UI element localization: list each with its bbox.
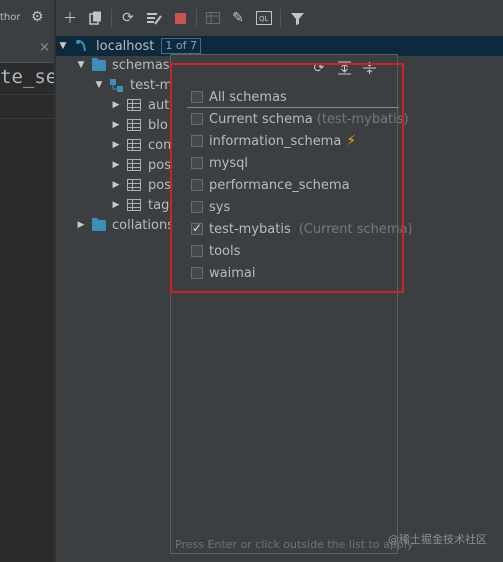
divider	[0, 118, 54, 119]
table-label: pos	[148, 177, 171, 193]
tree-node-table[interactable]: ▶ com	[111, 135, 176, 155]
option-label: test-mybatis	[209, 221, 291, 237]
table-icon	[127, 99, 141, 111]
host-label: localhost	[96, 38, 155, 54]
duplicate-icon[interactable]	[86, 9, 104, 27]
option-label: mysql	[209, 155, 248, 171]
collapse-all-icon[interactable]	[361, 60, 377, 76]
settings-gear-icon[interactable]: ⚙	[31, 9, 44, 25]
checkbox[interactable]	[191, 201, 203, 213]
refresh-icon[interactable]: ⟳	[119, 9, 137, 27]
divider	[0, 94, 54, 95]
schemas-label: schemas	[112, 57, 170, 73]
expand-arrow-icon[interactable]: ▶	[111, 140, 121, 150]
option-note: (Current schema)	[298, 221, 413, 237]
collations-label: collations	[112, 217, 174, 233]
option-label: Current schema	[209, 111, 313, 127]
option-schema[interactable]: information_schema ⚡	[191, 131, 356, 151]
option-schema[interactable]: tools	[191, 241, 240, 261]
option-current-schema[interactable]: Current schema (test-mybatis)	[191, 109, 409, 129]
expand-arrow-icon[interactable]: ▶	[111, 160, 121, 170]
checkbox[interactable]	[191, 267, 203, 279]
checkbox[interactable]	[191, 157, 203, 169]
table-label: blo	[148, 117, 168, 133]
refresh-icon[interactable]: ⟳	[311, 60, 327, 76]
option-label: tools	[209, 243, 241, 259]
option-label: sys	[209, 199, 231, 215]
option-schema[interactable]: performance_schema	[191, 175, 350, 195]
checkbox[interactable]	[191, 135, 203, 147]
folder-icon	[92, 57, 106, 71]
close-tab-icon[interactable]: ×	[39, 40, 50, 55]
option-label: performance_schema	[209, 177, 350, 193]
sql-console-icon[interactable]: QL	[255, 9, 273, 27]
separator	[187, 107, 399, 108]
expand-arrow-icon[interactable]: ▶	[111, 180, 121, 190]
table-label: aut	[148, 97, 170, 113]
schema-count-badge[interactable]: 1 of 7	[161, 38, 201, 54]
expand-arrow-icon[interactable]: ▶	[111, 200, 121, 210]
checkbox[interactable]	[191, 179, 203, 191]
tree-node-table[interactable]: ▶ tag	[111, 195, 170, 215]
checkbox[interactable]	[191, 245, 203, 257]
tree-node-table[interactable]: ▶ pos	[111, 175, 171, 195]
option-label: All schemas	[209, 89, 287, 105]
left-toolbar: thor ⚙	[0, 0, 54, 37]
collapse-arrow-icon[interactable]: ▼	[76, 60, 86, 70]
expand-arrow-icon[interactable]: ▶	[76, 220, 86, 230]
tree-node-table[interactable]: ▶ aut	[111, 95, 170, 115]
option-note: (test-mybatis)	[316, 111, 409, 127]
checkbox[interactable]	[191, 91, 203, 103]
checkbox[interactable]	[191, 113, 203, 125]
editor-code-snippet[interactable]: te_se	[0, 66, 57, 88]
option-schema[interactable]: mysql	[191, 153, 248, 173]
tree-node-schemas[interactable]: ▼ schemas	[76, 55, 170, 75]
collapse-arrow-icon[interactable]: ▼	[58, 41, 68, 51]
schema-icon	[110, 78, 123, 92]
table-label: tag	[148, 197, 170, 213]
option-all-schemas[interactable]: All schemas	[191, 87, 287, 107]
tree-node-table[interactable]: ▶ pos	[111, 155, 171, 175]
expand-arrow-icon[interactable]: ▶	[111, 100, 121, 110]
popup-footer-hint: Press Enter or click outside the list to…	[175, 538, 414, 551]
collapse-arrow-icon[interactable]: ▼	[94, 80, 104, 90]
database-toolbar: ＋ ⟳ ✎ QL	[56, 0, 503, 37]
option-label: information_schema	[209, 133, 342, 149]
table-icon	[127, 159, 141, 171]
table-view-icon[interactable]	[204, 9, 222, 27]
datasource-icon	[76, 39, 86, 52]
add-icon[interactable]: ＋	[61, 9, 79, 27]
checkbox-checked[interactable]	[191, 221, 203, 235]
tree-node-collations[interactable]: ▶ collations	[76, 215, 174, 235]
popup-header: ⟳	[171, 55, 397, 81]
option-schema[interactable]: waimai	[191, 263, 255, 283]
table-icon	[127, 199, 141, 211]
table-label: pos	[148, 157, 171, 173]
folder-icon	[92, 217, 106, 231]
filter-icon[interactable]	[288, 9, 306, 27]
tree-node-localhost[interactable]: ▼ localhost 1 of 7	[58, 36, 201, 56]
option-label: waimai	[209, 265, 256, 281]
lightning-icon: ⚡	[346, 133, 357, 149]
editor-tab[interactable]: ×	[0, 36, 54, 63]
expand-all-icon[interactable]	[336, 60, 352, 76]
expand-arrow-icon[interactable]: ▶	[111, 120, 121, 130]
tree-node-table[interactable]: ▶ blo	[111, 115, 168, 135]
table-icon	[127, 139, 141, 151]
svg-text:QL: QL	[259, 15, 269, 23]
author-label: thor	[0, 12, 21, 23]
tree-node-schema[interactable]: ▼ test-m	[94, 75, 173, 95]
option-schema[interactable]: test-mybatis (Current schema)	[191, 219, 413, 239]
schema-label: test-m	[130, 77, 173, 93]
table-icon	[127, 119, 141, 131]
edit-icon[interactable]: ✎	[229, 9, 247, 27]
table-icon	[127, 179, 141, 191]
properties-icon[interactable]	[145, 9, 163, 27]
schema-selection-popup: ⟳ All schemas Current schema (test-mybat…	[170, 54, 413, 554]
watermark: @稀土掘金技术社区	[388, 533, 487, 546]
stop-icon[interactable]	[171, 9, 189, 27]
option-schema[interactable]: sys	[191, 197, 230, 217]
